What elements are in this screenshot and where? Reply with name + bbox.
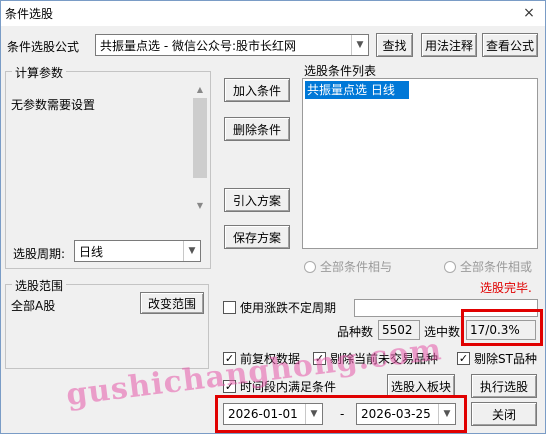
exclude-untraded-label: 剔除当前未交易品种 bbox=[330, 352, 439, 366]
usage-notes-button[interactable]: 用法注释 bbox=[421, 33, 477, 57]
add-condition-button[interactable]: 加入条件 bbox=[224, 78, 290, 102]
condition-select-window: 条件选股 × 条件选股公式 共振量点选 - 微信公众号:股市长红网 ▼ 查找 用… bbox=[0, 0, 546, 434]
scroll-thumb[interactable] bbox=[193, 98, 207, 178]
formula-select-value: 共振量点选 - 微信公众号:股市长红网 bbox=[100, 38, 297, 53]
save-plan-button[interactable]: 保存方案 bbox=[224, 225, 290, 249]
view-formula-button[interactable]: 查看公式 bbox=[482, 33, 538, 57]
find-button[interactable]: 查找 bbox=[376, 33, 413, 57]
close-icon[interactable]: × bbox=[519, 5, 539, 21]
radio-icon bbox=[304, 260, 316, 273]
scope-value: 全部A股 bbox=[11, 299, 56, 313]
formula-label: 条件选股公式 bbox=[7, 40, 80, 54]
condition-list-title: 选股条件列表 bbox=[304, 64, 377, 78]
exclude-st-checkbox[interactable]: ✓ 剔除ST品种 bbox=[457, 350, 537, 367]
change-scope-button[interactable]: 改变范围 bbox=[140, 292, 204, 314]
params-text: 无参数需要设置 bbox=[11, 98, 96, 112]
checkmark-icon: ✓ bbox=[223, 352, 236, 365]
radio-icon bbox=[444, 260, 456, 273]
remove-condition-button[interactable]: 删除条件 bbox=[224, 117, 290, 141]
period-select[interactable]: 日线 ▼ bbox=[74, 240, 201, 262]
formula-select[interactable]: 共振量点选 - 微信公众号:股市长红网 ▼ bbox=[95, 34, 369, 56]
time-range-checkbox[interactable]: ✓ 时间段内满足条件 bbox=[223, 378, 336, 395]
condition-list[interactable]: 共振量点选 日线 bbox=[302, 78, 538, 249]
uncertain-period-label: 使用涨跌不定周期 bbox=[240, 301, 337, 315]
scroll-up-icon[interactable]: ▲ bbox=[192, 81, 208, 97]
period-select-value: 日线 bbox=[79, 244, 104, 259]
import-plan-button[interactable]: 引入方案 bbox=[224, 188, 290, 212]
list-item[interactable]: 共振量点选 日线 bbox=[305, 81, 409, 99]
logic-or-radio[interactable]: 全部条件相或 bbox=[444, 258, 532, 275]
forward-adjust-label: 前复权数据 bbox=[240, 352, 301, 366]
params-scrollbar[interactable]: ▲ ▼ bbox=[192, 81, 208, 213]
period-label: 选股周期: bbox=[13, 247, 66, 261]
title-bar: 条件选股 × bbox=[1, 1, 545, 26]
status-text: 选股完毕. bbox=[480, 281, 532, 295]
window-title: 条件选股 bbox=[5, 7, 54, 21]
selected-label: 选中数 bbox=[424, 325, 461, 339]
checkmark-icon: ✓ bbox=[313, 352, 326, 365]
count-value: 5502 bbox=[378, 320, 420, 340]
logic-or-label: 全部条件相或 bbox=[460, 260, 533, 274]
exclude-st-label: 剔除ST品种 bbox=[474, 352, 537, 366]
logic-and-label: 全部条件相与 bbox=[320, 260, 393, 274]
selected-highlight-box bbox=[461, 309, 543, 346]
checkbox-icon bbox=[223, 301, 236, 314]
count-label: 品种数 bbox=[337, 325, 374, 339]
date-range-highlight-box bbox=[215, 395, 467, 433]
close-button[interactable]: 关闭 bbox=[471, 402, 537, 426]
run-select-button[interactable]: 执行选股 bbox=[471, 374, 537, 398]
scope-group-title: 选股范围 bbox=[12, 277, 67, 294]
checkmark-icon: ✓ bbox=[457, 352, 470, 365]
chevron-down-icon[interactable]: ▼ bbox=[183, 241, 200, 261]
forward-adjust-checkbox[interactable]: ✓ 前复权数据 bbox=[223, 350, 300, 367]
time-range-label: 时间段内满足条件 bbox=[240, 380, 337, 394]
exclude-untraded-checkbox[interactable]: ✓ 剔除当前未交易品种 bbox=[313, 350, 438, 367]
scroll-down-icon[interactable]: ▼ bbox=[192, 197, 208, 213]
logic-and-radio[interactable]: 全部条件相与 bbox=[304, 258, 392, 275]
chevron-down-icon[interactable]: ▼ bbox=[351, 35, 368, 55]
checkmark-icon: ✓ bbox=[223, 380, 236, 393]
params-group-title: 计算参数 bbox=[12, 64, 67, 81]
uncertain-period-checkbox[interactable]: 使用涨跌不定周期 bbox=[223, 299, 336, 316]
